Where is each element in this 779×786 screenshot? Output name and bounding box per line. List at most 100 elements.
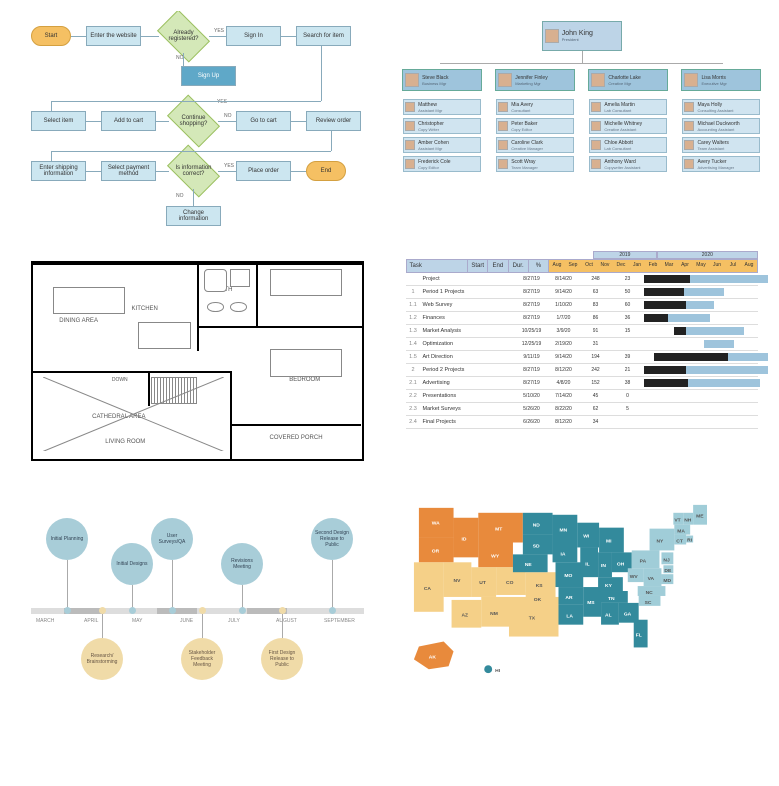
end-terminal: End — [306, 161, 346, 181]
gantt-month-header: Mar — [661, 260, 677, 272]
start-header: Start — [468, 260, 488, 272]
enter-shipping-step: Enter shipping information — [31, 161, 86, 181]
org-manager-box: Jennifer FinleyMarketing Mgr — [495, 69, 575, 91]
svg-text:LA: LA — [566, 614, 573, 620]
org-employee-box: Carey WaltersTeam Assistant — [682, 137, 760, 153]
svg-text:NH: NH — [684, 518, 692, 524]
floor-plan-diagram: DINING AREA KITCHEN BATH BEDROOM BEDROOM… — [10, 240, 385, 482]
yes-label-3: YES — [224, 163, 234, 169]
svg-text:IL: IL — [585, 561, 589, 567]
gantt-row: 1.3Market Analysis10/25/193/9/209115 — [406, 325, 759, 338]
sign-in-step: Sign In — [226, 26, 281, 46]
svg-text:NE: NE — [524, 562, 532, 568]
avatar — [591, 140, 601, 150]
svg-text:SD: SD — [532, 543, 539, 549]
bedroom2-label: BEDROOM — [289, 377, 320, 383]
yes-label-2: YES — [217, 99, 227, 105]
timeline-event-bubble: First Design Release to Public — [261, 638, 303, 680]
svg-text:MA: MA — [677, 529, 685, 535]
svg-text:OK: OK — [533, 597, 541, 603]
go-cart-step: Go to cart — [236, 111, 291, 131]
svg-text:MT: MT — [495, 527, 502, 533]
svg-text:NC: NC — [645, 590, 653, 596]
no-label-3: NO — [176, 193, 184, 199]
org-manager-box: Charlotte LakeCreative Mgr — [588, 69, 668, 91]
avatar — [498, 140, 508, 150]
svg-text:IA: IA — [560, 551, 565, 557]
timeline-event-bubble: Initial Designs — [111, 543, 153, 585]
org-employee-box: MatthewAssistant Mgr — [403, 99, 481, 115]
org-employee-box: Amber CohenAssistant Mgr — [403, 137, 481, 153]
svg-text:OH: OH — [616, 561, 624, 567]
svg-text:OR: OR — [431, 548, 439, 554]
gantt-month-header: Jan — [629, 260, 645, 272]
org-employee-box: Amelia MartinLab Consultant — [589, 99, 667, 115]
pct-header: % — [529, 260, 549, 272]
living-label: LIVING ROOM — [105, 439, 145, 445]
gantt-month-header: Dec — [613, 260, 629, 272]
svg-text:NJ: NJ — [663, 557, 670, 563]
avatar — [591, 102, 601, 112]
svg-text:ID: ID — [461, 537, 466, 543]
add-cart-step: Add to cart — [101, 111, 156, 131]
svg-text:MD: MD — [663, 578, 671, 584]
svg-text:GA: GA — [623, 612, 631, 618]
timeline-event-bubble: User Surveys/QA — [151, 518, 193, 560]
avatar — [498, 73, 512, 87]
timeline-diagram: MARCHAPRILMAYJUNEJULYAUGUSTSEPTEMBER Ini… — [10, 492, 385, 692]
avatar — [684, 102, 694, 112]
gantt-month-header: May — [693, 260, 709, 272]
avatar — [591, 159, 601, 169]
org-employee-box: Michelle WhitneyCreative Assistant — [589, 118, 667, 134]
svg-text:ND: ND — [532, 523, 540, 529]
org-employee-box: ChristopherCopy Writer — [403, 118, 481, 134]
svg-text:TX: TX — [528, 616, 535, 622]
svg-text:MI: MI — [606, 539, 612, 545]
avatar — [405, 102, 415, 112]
org-employee-box: Peter BakerCopy Editor — [496, 118, 574, 134]
gantt-row: 2.1Advertising8/27/194/8/2015238 — [406, 377, 759, 390]
review-step: Review order — [306, 111, 361, 131]
svg-text:KY: KY — [605, 583, 613, 589]
timeline-month-label: JUNE — [180, 618, 193, 624]
timeline-month-label: APRIL — [84, 618, 98, 624]
avatar — [591, 121, 601, 131]
gantt-month-header: Sep — [565, 260, 581, 272]
gantt-row: 1.1Web Survey8/27/191/10/208360 — [406, 299, 759, 312]
select-payment-step: Select payment method — [101, 161, 156, 181]
timeline-axis — [31, 608, 364, 614]
gantt-month-header: Apr — [677, 260, 693, 272]
org-chart-diagram: John KingPresident Steve BlackBusiness M… — [395, 10, 770, 230]
svg-text:WI: WI — [583, 534, 590, 540]
no-label-2: NO — [224, 113, 232, 119]
timeline-month-label: AUGUST — [276, 618, 297, 624]
svg-text:MO: MO — [564, 573, 572, 579]
gantt-row: 2.3Market Surveys5/26/208/22/20625 — [406, 403, 759, 416]
org-manager-box: Steve BlackBusiness Mgr — [402, 69, 482, 91]
gantt-chart-diagram: 2019 2020 Task Start End Dur. % AugSepOc… — [395, 240, 770, 440]
timeline-month-label: MARCH — [36, 618, 54, 624]
avatar — [498, 121, 508, 131]
svg-text:CT: CT — [676, 539, 683, 545]
avatar — [591, 73, 605, 87]
avatar — [498, 159, 508, 169]
svg-text:CO: CO — [506, 580, 514, 586]
gantt-month-header: Oct — [581, 260, 597, 272]
svg-text:IN: IN — [601, 563, 606, 569]
gantt-row: 2.2Presentations5/10/207/14/20450 — [406, 390, 759, 403]
timeline-month-label: JULY — [228, 618, 240, 624]
svg-text:VA: VA — [647, 576, 654, 582]
org-manager-box: Lisa MorrisExecutive Mgr — [681, 69, 761, 91]
timeline-event-bubble: Revisions Meeting — [221, 543, 263, 585]
org-employee-box: Maya HollyConsulting Assistant — [682, 99, 760, 115]
svg-text:KS: KS — [535, 583, 543, 589]
gantt-month-header: Jun — [709, 260, 725, 272]
avatar — [498, 102, 508, 112]
svg-text:NV: NV — [453, 578, 461, 584]
timeline-event-bubble: Research/ Brainstorming — [81, 638, 123, 680]
svg-text:WA: WA — [431, 521, 439, 527]
avatar — [405, 121, 415, 131]
org-employee-box: Anthony WardCopywriter Assistant — [589, 156, 667, 172]
svg-text:DE: DE — [664, 568, 672, 574]
svg-text:WY: WY — [491, 553, 500, 559]
